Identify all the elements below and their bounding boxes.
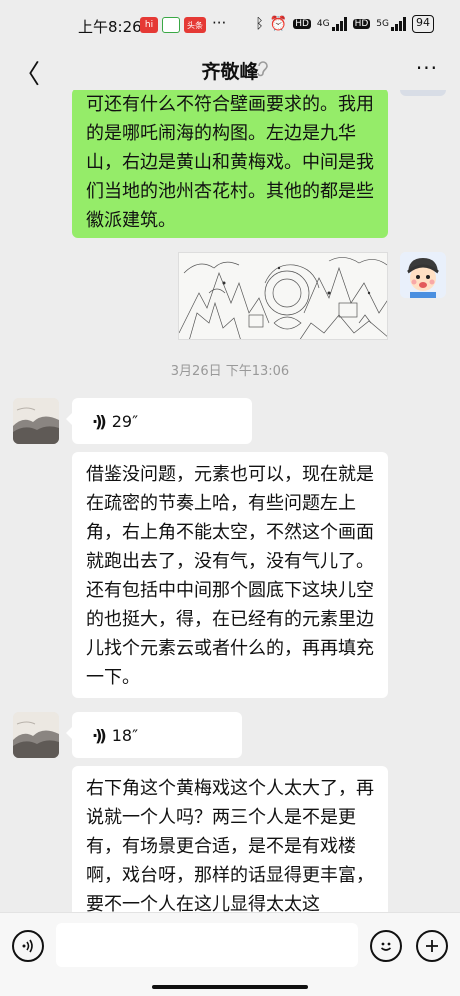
sent-text-bubble[interactable]: 可还有什么不符合壁画要求的。我用的是哪吒闹海的构图。左边是九华山，右边是黄山和黄… <box>72 90 388 238</box>
sent-image-sketch[interactable] <box>178 252 388 340</box>
status-time: 上午8:26 <box>78 18 142 36</box>
voice-message-1[interactable]: ·)) 29″ <box>66 398 252 444</box>
input-bar <box>0 912 460 996</box>
network-5g: 5G <box>376 19 389 29</box>
news-app-badge: hi <box>140 17 158 33</box>
message-list[interactable]: 可还有什么不符合壁画要求的。我用的是哪吒闹海的构图。左边是九华山，右边是黄山和黄… <box>0 90 460 912</box>
voice-wave-icon-2: ·)) <box>92 725 107 745</box>
add-icon[interactable] <box>416 930 448 962</box>
voice-duration-2: 18″ <box>111 725 139 745</box>
status-bar: 上午8:26 hi 头条 ··· ᛒ ⏰ HD 4G HD 5G 94 <box>0 0 460 50</box>
voice-input-icon[interactable] <box>12 930 44 962</box>
chat-app-badge <box>162 17 180 33</box>
emoji-icon[interactable] <box>370 930 402 962</box>
voice-message-2[interactable]: ·)) 18″ <box>66 712 242 758</box>
hd-badge: HD <box>293 19 311 29</box>
status-right: ᛒ ⏰ HD 4G HD 5G 94 <box>255 15 434 33</box>
signal2-icon <box>391 17 406 31</box>
my-avatar-partial <box>400 90 446 96</box>
network-4g: 4G <box>316 19 330 29</box>
message-timestamp: 3月26日 下午13:06 <box>170 364 290 379</box>
contact-avatar-2[interactable] <box>13 712 59 758</box>
voice-wave-icon: ·)) <box>92 411 107 431</box>
received-text-bubble-1[interactable]: 借鉴没问题，元素也可以，现在就是在疏密的节奏上哈，有些问题左上角，右上角不能太空… <box>72 452 388 698</box>
hd-badge-2: HD <box>352 19 371 29</box>
voice-duration-1: 29″ <box>111 411 139 431</box>
contact-avatar[interactable] <box>13 398 59 444</box>
message-input[interactable] <box>56 923 358 967</box>
signal1-icon <box>331 17 347 31</box>
chat-header: 〈 齐敬峰 ··· <box>0 50 460 90</box>
status-more-icon: ··· <box>212 14 227 32</box>
my-avatar[interactable] <box>400 252 446 298</box>
home-indicator <box>152 985 308 989</box>
battery-icon: 94 <box>412 15 434 33</box>
bluetooth-icon: ᛒ <box>255 16 264 32</box>
toutiao-app-badge: 头条 <box>184 17 206 33</box>
ear-icon <box>256 60 270 82</box>
alarm-icon: ⏰ <box>269 16 288 32</box>
chat-title: 齐敬峰 <box>201 61 259 83</box>
received-text-bubble-2[interactable]: 右下角这个黄梅戏这个人太大了，再说就一个人吗？两三个人是不是更有，有场景更合适，… <box>72 766 388 912</box>
more-button[interactable]: ··· <box>416 56 438 80</box>
